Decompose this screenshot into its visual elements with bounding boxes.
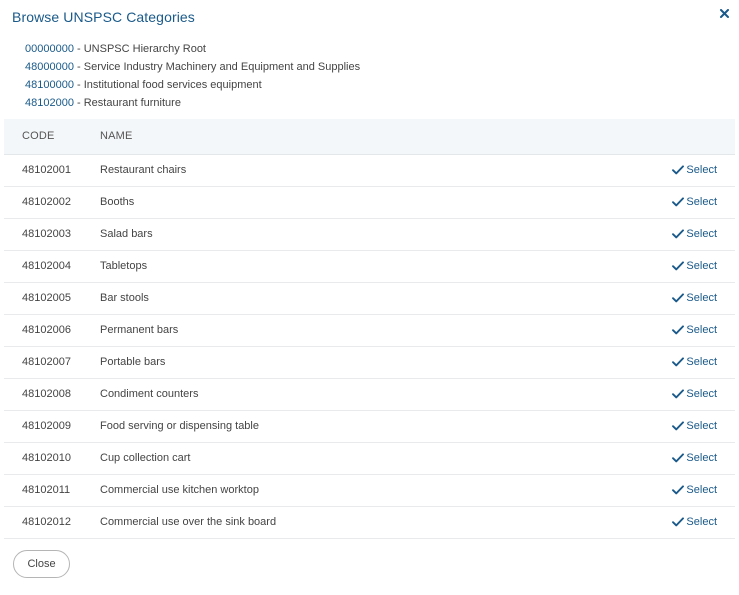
breadcrumb-separator: - — [73, 79, 84, 91]
row-name: Portable bars — [100, 356, 166, 368]
breadcrumb-code-link[interactable]: 48102000 — [25, 97, 74, 109]
table-row: 48102011 Commercial use kitchen worktop Se… — [4, 475, 735, 507]
table-row: 48102004 Tabletops Select — [4, 251, 735, 283]
checkmark-icon — [672, 261, 685, 271]
breadcrumb-item: 48000000 - Service Industry Machinery an… — [25, 58, 360, 76]
select-button[interactable]: Select — [672, 228, 717, 240]
checkmark-icon — [672, 389, 685, 399]
checkmark-icon — [672, 485, 685, 495]
breadcrumb-description: Restaurant furniture — [83, 97, 181, 109]
table-row: 48102009 Food serving or dispensing table… — [4, 411, 735, 443]
row-name: Bar stools — [100, 292, 149, 304]
breadcrumb-item: 48102000 - Restaurant furniture — [25, 94, 360, 112]
breadcrumb-separator: - — [73, 97, 84, 109]
table-row: 48102003 Salad bars Select — [4, 219, 735, 251]
row-name: Commercial use over the sink board — [100, 516, 277, 528]
select-label: Select — [686, 484, 717, 496]
row-name: Cup collection cart — [100, 452, 191, 464]
select-label: Select — [686, 452, 717, 464]
breadcrumb-description: Service Industry Machinery and Equipment… — [83, 61, 361, 73]
row-code: 48102001 — [22, 164, 71, 176]
table-body: 48102001 Restaurant chairs Select 48102002 B… — [4, 155, 735, 539]
row-code: 48102004 — [22, 260, 71, 272]
breadcrumb-code-link[interactable]: 48000000 — [25, 61, 74, 73]
row-name: Salad bars — [100, 228, 153, 240]
select-label: Select — [686, 356, 717, 368]
select-button[interactable]: Select — [672, 324, 717, 336]
select-button[interactable]: Select — [672, 164, 717, 176]
table-header: CODE NAME — [4, 119, 735, 155]
row-code: 48102002 — [22, 196, 71, 208]
checkmark-icon — [672, 517, 685, 527]
column-header-code: CODE — [22, 130, 55, 142]
close-button[interactable]: Close — [13, 550, 70, 578]
select-label: Select — [686, 292, 717, 304]
breadcrumb-item: 48100000 - Institutional food services e… — [25, 76, 360, 94]
breadcrumb-separator: - — [73, 43, 84, 55]
table-row: 48102002 Booths Select — [4, 187, 735, 219]
row-name: Condiment counters — [100, 388, 199, 400]
checkmark-icon — [672, 421, 685, 431]
row-code: 48102007 — [22, 356, 71, 368]
checkmark-icon — [672, 325, 685, 335]
select-label: Select — [686, 260, 717, 272]
row-code: 48102010 — [22, 452, 71, 464]
row-name: Food serving or dispensing table — [100, 420, 259, 432]
row-name: Commercial use kitchen worktop — [100, 484, 259, 496]
checkmark-icon — [672, 229, 685, 239]
row-code: 48102003 — [22, 228, 71, 240]
table-row: 48102010 Cup collection cart Select — [4, 443, 735, 475]
column-header-name: NAME — [100, 130, 133, 142]
select-button[interactable]: Select — [672, 356, 717, 368]
select-label: Select — [686, 420, 717, 432]
select-label: Select — [686, 196, 717, 208]
checkmark-icon — [672, 293, 685, 303]
select-button[interactable]: Select — [672, 452, 717, 464]
row-name: Booths — [100, 196, 135, 208]
select-button[interactable]: Select — [672, 196, 717, 208]
select-button[interactable]: Select — [672, 420, 717, 432]
row-code: 48102006 — [22, 324, 71, 336]
checkmark-icon — [672, 165, 685, 175]
select-label: Select — [686, 228, 717, 240]
table-row: 48102008 Condiment counters Select — [4, 379, 735, 411]
close-icon[interactable] — [717, 6, 731, 20]
select-label: Select — [686, 516, 717, 528]
row-name: Restaurant chairs — [100, 164, 187, 176]
dialog-title: Browse UNSPSC Categories — [12, 9, 195, 25]
breadcrumb-description: Institutional food services equipment — [83, 79, 262, 91]
table-row: 48102012 Commercial use over the sink boa… — [4, 507, 735, 539]
categories-table: CODE NAME 48102001 Restaurant chairs Selec… — [4, 119, 735, 539]
table-row: 48102005 Bar stools Select — [4, 283, 735, 315]
breadcrumb-code-link[interactable]: 00000000 — [25, 43, 74, 55]
select-button[interactable]: Select — [672, 292, 717, 304]
breadcrumb-description: UNSPSC Hierarchy Root — [83, 43, 206, 55]
row-code: 48102005 — [22, 292, 71, 304]
browse-unspsc-dialog: Browse UNSPSC Categories 00000000 - UNSP… — [0, 0, 739, 595]
checkmark-icon — [672, 357, 685, 367]
breadcrumb-code-link[interactable]: 48100000 — [25, 79, 74, 91]
breadcrumb-separator: - — [73, 61, 84, 73]
table-row: 48102001 Restaurant chairs Select — [4, 155, 735, 187]
breadcrumb-item: 00000000 - UNSPSC Hierarchy Root — [25, 40, 360, 58]
checkmark-icon — [672, 453, 685, 463]
select-label: Select — [686, 388, 717, 400]
row-name: Tabletops — [100, 260, 148, 272]
row-name: Permanent bars — [100, 324, 179, 336]
table-row: 48102007 Portable bars Select — [4, 347, 735, 379]
select-button[interactable]: Select — [672, 516, 717, 528]
row-code: 48102011 — [22, 484, 71, 496]
row-code: 48102008 — [22, 388, 71, 400]
select-button[interactable]: Select — [672, 260, 717, 272]
row-code: 48102009 — [22, 420, 71, 432]
checkmark-icon — [672, 197, 685, 207]
row-code: 48102012 — [22, 516, 71, 528]
select-label: Select — [686, 164, 717, 176]
select-button[interactable]: Select — [672, 484, 717, 496]
table-row: 48102006 Permanent bars Select — [4, 315, 735, 347]
select-button[interactable]: Select — [672, 388, 717, 400]
select-label: Select — [686, 324, 717, 336]
category-breadcrumb: 00000000 - UNSPSC Hierarchy Root 4800000… — [25, 40, 360, 112]
